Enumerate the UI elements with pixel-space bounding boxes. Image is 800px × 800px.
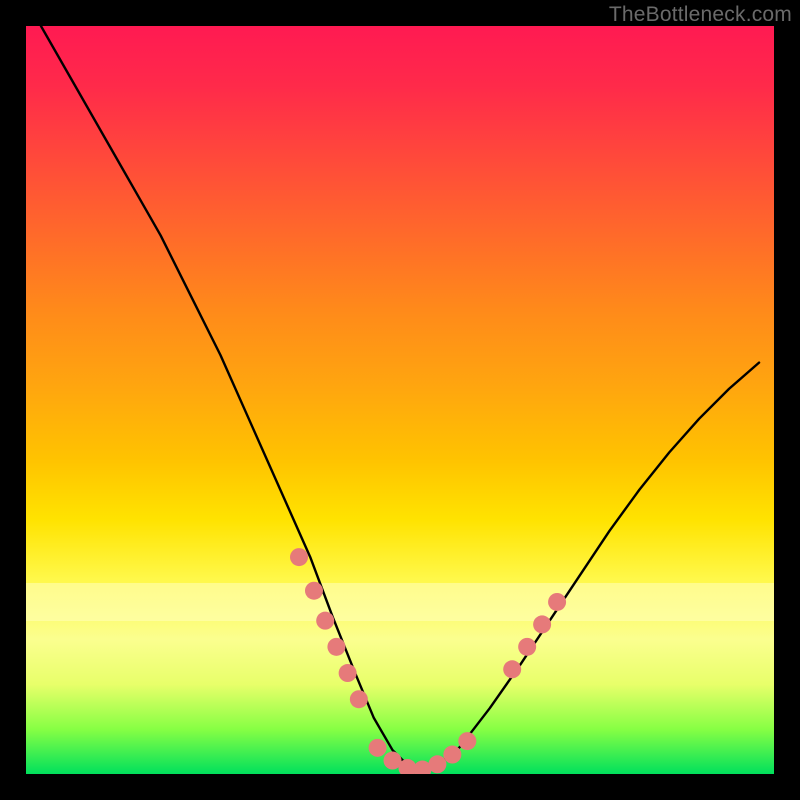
data-dot [518,638,536,656]
plot-area [26,26,774,774]
data-dot [533,615,551,633]
chart-svg [26,26,774,774]
data-dot [548,593,566,611]
data-dot [428,755,446,773]
chart-frame: TheBottleneck.com [0,0,800,800]
data-dot [458,732,476,750]
data-dot [443,746,461,764]
watermark-text: TheBottleneck.com [609,3,792,27]
data-dot [305,582,323,600]
data-dot [327,638,345,656]
curve-line [41,26,759,771]
data-dot [316,612,334,630]
data-dot [290,548,308,566]
data-dots [290,548,566,774]
data-dot [503,660,521,678]
data-dot [339,664,357,682]
data-dot [350,690,368,708]
data-dot [369,739,387,757]
